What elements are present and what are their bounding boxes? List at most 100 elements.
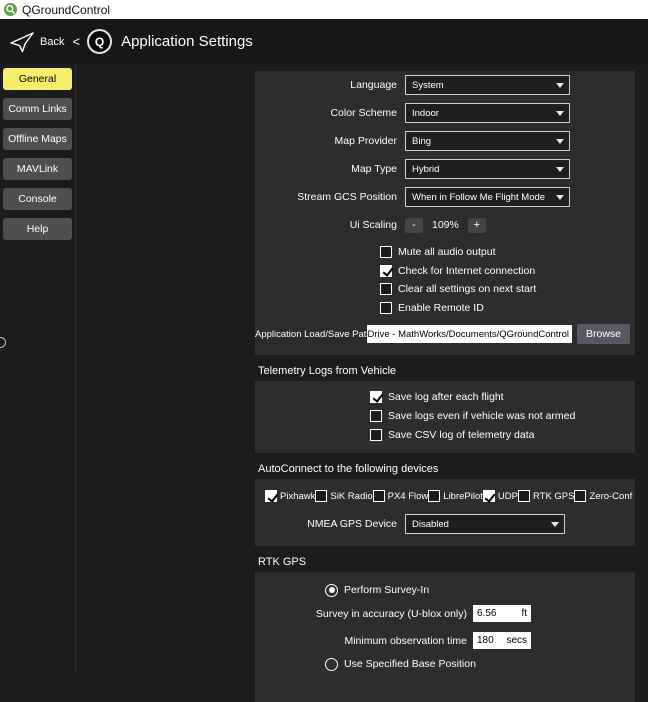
sidebar-item[interactable]: General — [3, 68, 72, 90]
dropdown-value: Indoor — [412, 108, 439, 119]
sidebar-item[interactable]: MAVLink — [3, 158, 72, 180]
base-position-radio-row[interactable]: Use Specified Base Position — [325, 654, 635, 674]
sidebar-item[interactable]: Console — [3, 188, 72, 210]
device-checkbox-item[interactable]: RTK GPS — [518, 490, 575, 502]
checkbox[interactable] — [518, 490, 530, 502]
save-path-label: Application Load/Save Path — [255, 329, 367, 340]
radio-button[interactable] — [325, 658, 338, 671]
device-label: RTK GPS — [533, 491, 575, 502]
settings-header: Back < Q Application Settings — [0, 19, 648, 64]
checkbox[interactable] — [380, 302, 392, 314]
device-row: Pixhawk SiK Radio PX4 Flow LibrePilot — [265, 487, 625, 505]
radio-button[interactable] — [325, 584, 338, 597]
setting-label: Map Provider — [255, 135, 405, 147]
nmea-dropdown[interactable]: Disabled — [405, 514, 565, 534]
checkbox-row[interactable]: Mute all audio output — [380, 243, 635, 262]
checkbox-label: Mute all audio output — [398, 246, 495, 258]
observation-time-value: 180 — [477, 635, 494, 646]
back-button[interactable]: Back < — [9, 31, 83, 53]
survey-accuracy-row: Survey in accuracy (U-blox only) 6.56 ft — [255, 600, 635, 627]
autoconnect-section-title: AutoConnect to the following devices — [258, 463, 635, 475]
chevron-down-icon — [556, 83, 564, 88]
observation-time-input[interactable]: 180 secs — [473, 632, 531, 649]
checkbox[interactable] — [370, 429, 382, 441]
sidebar-item-label: General — [19, 73, 56, 85]
settings-sidebar: General Comm Links Offline Maps MAVLink … — [3, 68, 72, 240]
back-chevron: < — [72, 34, 80, 49]
device-checkbox-item[interactable]: Pixhawk — [265, 490, 315, 502]
telemetry-section-title: Telemetry Logs from Vehicle — [258, 365, 635, 377]
setting-dropdown[interactable]: Hybrid — [405, 159, 570, 179]
checkbox-label: Enable Remote ID — [398, 302, 484, 314]
save-path-input[interactable]: OneDrive - MathWorks/Documents/QGroundCo… — [367, 325, 572, 343]
chevron-down-icon — [556, 111, 564, 116]
checkbox[interactable] — [373, 490, 385, 502]
checkbox[interactable] — [574, 490, 586, 502]
sidebar-item[interactable]: Offline Maps — [3, 128, 72, 150]
nmea-label: NMEA GPS Device — [265, 518, 405, 530]
window-title: QGroundControl — [22, 3, 110, 17]
checkbox[interactable] — [483, 490, 495, 502]
ui-scale-decrease-button[interactable]: - — [405, 218, 423, 233]
checkbox-row[interactable]: Save logs even if vehicle was not armed — [370, 406, 635, 425]
checkbox[interactable] — [370, 410, 382, 422]
ui-scale-increase-button[interactable]: + — [468, 218, 486, 233]
checkbox[interactable] — [380, 283, 392, 295]
sidebar-item-label: MAVLink — [17, 163, 58, 175]
setting-dropdown[interactable]: When in Follow Me Flight Mode — [405, 187, 570, 207]
settings-content: Language System Color Scheme Indoor — [255, 71, 635, 702]
ui-scaling-row: Ui Scaling - 109% + — [255, 211, 635, 239]
survey-in-radio-row[interactable]: Perform Survey-In — [325, 580, 635, 600]
device-checkbox-item[interactable]: SiK Radio — [315, 490, 372, 502]
observation-time-units: secs — [506, 635, 527, 646]
nmea-row: NMEA GPS Device Disabled — [265, 512, 625, 536]
sidebar-item[interactable]: Comm Links — [3, 98, 72, 120]
checkbox[interactable] — [380, 246, 392, 258]
checkbox-row[interactable]: Clear all settings on next start — [380, 280, 635, 299]
checkbox[interactable] — [380, 265, 392, 277]
device-checkbox-item[interactable]: UDP — [483, 490, 518, 502]
device-label: Pixhawk — [280, 491, 315, 502]
dropdown-value: System — [412, 80, 444, 91]
save-path-row: Application Load/Save Path OneDrive - Ma… — [255, 323, 635, 345]
observation-time-label: Minimum observation time — [255, 635, 473, 647]
save-path-value: OneDrive - MathWorks/Documents/QGroundCo… — [367, 329, 569, 340]
page-title: Application Settings — [121, 33, 253, 50]
checkbox-row[interactable]: Check for Internet connection — [380, 262, 635, 281]
checkbox-row[interactable]: Save log after each flight — [370, 387, 635, 406]
chevron-down-icon — [551, 522, 559, 527]
setting-row: Map Type Hybrid — [255, 155, 635, 183]
survey-accuracy-input[interactable]: 6.56 ft — [473, 605, 531, 622]
checkbox-row[interactable]: Enable Remote ID — [380, 299, 635, 318]
setting-dropdown[interactable]: System — [405, 75, 570, 95]
ui-scale-value: 109% — [432, 219, 459, 231]
setting-label: Language — [255, 79, 405, 91]
checkbox[interactable] — [265, 490, 277, 502]
dropdown-value: Bing — [412, 136, 431, 147]
observation-time-row: Minimum observation time 180 secs — [255, 627, 635, 654]
browse-button[interactable]: Browse — [577, 324, 630, 344]
setting-row: Map Provider Bing — [255, 127, 635, 155]
checkbox-row[interactable]: Save CSV log of telemetry data — [370, 425, 635, 444]
sidebar-item[interactable]: Help — [3, 218, 72, 240]
device-checkbox-item[interactable]: Zero-Conf — [574, 490, 632, 502]
survey-accuracy-label: Survey in accuracy (U-blox only) — [255, 608, 473, 620]
chevron-down-icon — [556, 195, 564, 200]
checkbox[interactable] — [315, 490, 327, 502]
device-label: PX4 Flow — [388, 491, 429, 502]
checkbox-label: Clear all settings on next start — [398, 283, 536, 295]
setting-label: Color Scheme — [255, 107, 405, 119]
setting-row: Language System — [255, 71, 635, 99]
checkbox[interactable] — [370, 391, 382, 403]
device-checkbox-item[interactable]: LibrePilot — [428, 490, 483, 502]
checkbox-label: Save CSV log of telemetry data — [388, 429, 535, 441]
setting-dropdown[interactable]: Bing — [405, 131, 570, 151]
settings-q-icon: Q — [87, 29, 112, 54]
device-label: UDP — [498, 491, 518, 502]
sidebar-item-label: Help — [27, 223, 49, 235]
device-checkbox-item[interactable]: PX4 Flow — [373, 490, 429, 502]
setting-dropdown[interactable]: Indoor — [405, 103, 570, 123]
rtk-panel: Perform Survey-In Survey in accuracy (U-… — [255, 572, 635, 702]
checkbox[interactable] — [428, 490, 440, 502]
ui-scaling-label: Ui Scaling — [255, 219, 405, 231]
